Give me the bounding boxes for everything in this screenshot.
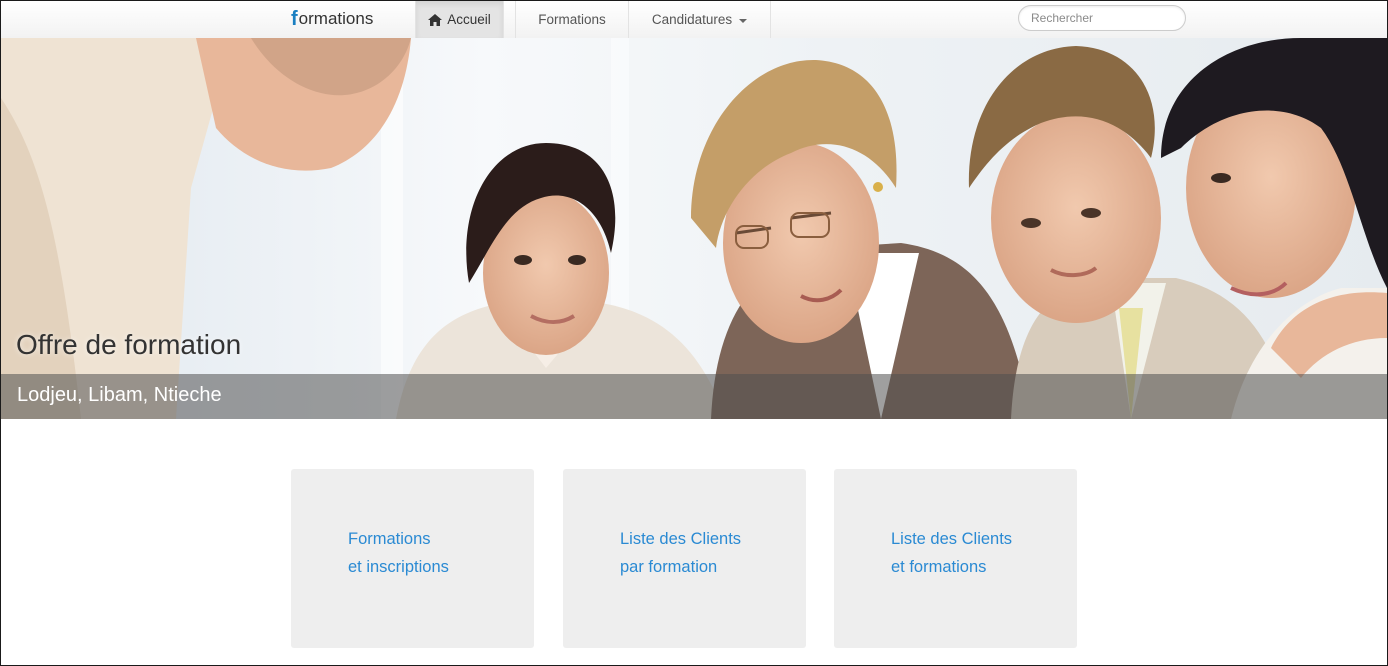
tile-clients-par-formation[interactable]: Liste des Clients par formation xyxy=(563,469,806,648)
tile-clients-et-formations[interactable]: Liste des Clients et formations xyxy=(834,469,1077,648)
tile-link-line2[interactable]: et formations xyxy=(891,558,986,577)
browser-frame: f ormations Accueil Formations Candidatu… xyxy=(0,0,1388,666)
home-icon xyxy=(428,13,443,26)
tile-link-line2[interactable]: par formation xyxy=(620,558,717,577)
tile-link-line1[interactable]: Formations xyxy=(348,530,431,549)
hero-subtitle: Lodjeu, Libam, Ntieche xyxy=(17,384,222,406)
hero-banner: Offre de formation Lodjeu, Libam, Ntiech… xyxy=(1,38,1387,419)
brand-initial: f xyxy=(291,7,298,30)
nav-item-candidatures[interactable]: Candidatures xyxy=(629,1,770,38)
tile-formations-inscriptions[interactable]: Formations et inscriptions xyxy=(291,469,534,648)
nav-item-label: Formations xyxy=(538,12,606,27)
tile-link-line2[interactable]: et inscriptions xyxy=(348,558,449,577)
hero-title: Offre de formation xyxy=(16,329,242,360)
nav-item-label: Candidatures xyxy=(651,12,733,27)
caret-down-icon xyxy=(739,18,748,23)
nav-item-accueil[interactable]: Accueil xyxy=(416,1,503,38)
nav-divider xyxy=(503,1,504,38)
hero-photo xyxy=(1,38,1387,419)
nav-divider xyxy=(770,1,771,38)
tile-link-line1[interactable]: Liste des Clients xyxy=(891,530,1012,549)
nav-item-label: Accueil xyxy=(447,12,491,27)
top-navbar: f ormations Accueil Formations Candidatu… xyxy=(1,1,1387,39)
brand-name: ormations xyxy=(298,9,374,28)
brand-logo[interactable]: f ormations xyxy=(291,7,373,31)
nav-item-formations[interactable]: Formations xyxy=(516,1,628,38)
search-input[interactable] xyxy=(1018,5,1186,31)
tile-link-line1[interactable]: Liste des Clients xyxy=(620,530,741,549)
